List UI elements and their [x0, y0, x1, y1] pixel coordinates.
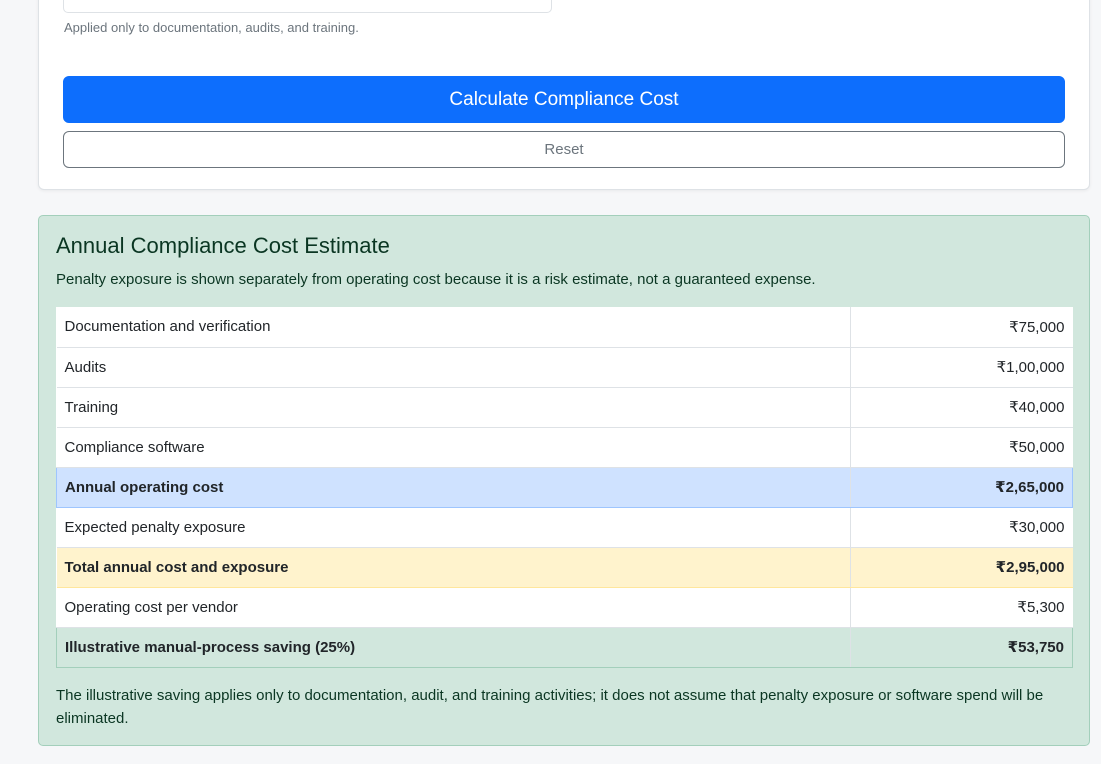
- table-row: Documentation and verification ₹75,000: [56, 307, 1073, 348]
- table-row: Compliance software ₹50,000: [56, 427, 1073, 468]
- table-row: Expected penalty exposure ₹30,000: [56, 507, 1073, 548]
- result-card: Annual Compliance Cost Estimate Penalty …: [38, 215, 1090, 746]
- row-label: Illustrative manual-process saving (25%): [56, 627, 851, 668]
- row-value: ₹1,00,000: [850, 347, 1073, 388]
- row-value: ₹5,300: [850, 587, 1073, 628]
- row-label: Operating cost per vendor: [56, 587, 851, 628]
- row-label: Compliance software: [56, 427, 851, 468]
- reset-button[interactable]: Reset: [63, 131, 1065, 168]
- row-value: ₹50,000: [850, 427, 1073, 468]
- result-footnote: The illustrative saving applies only to …: [56, 687, 1044, 727]
- row-label: Total annual cost and exposure: [56, 547, 851, 588]
- saving-help-text: Applied only to documentation, audits, a…: [64, 20, 359, 35]
- cost-breakdown-table: Documentation and verification ₹75,000 A…: [56, 307, 1073, 668]
- row-value: ₹53,750: [850, 627, 1073, 668]
- operating-cost-row: Annual operating cost ₹2,65,000: [56, 467, 1073, 508]
- result-title: Annual Compliance Cost Estimate: [56, 233, 390, 258]
- calculator-form-card: Applied only to documentation, audits, a…: [38, 0, 1090, 190]
- saving-percentage-input[interactable]: [63, 0, 552, 13]
- row-value: ₹30,000: [850, 507, 1073, 548]
- table-row: Audits ₹1,00,000: [56, 347, 1073, 388]
- saving-row: Illustrative manual-process saving (25%)…: [56, 627, 1073, 668]
- table-row: Operating cost per vendor ₹5,300: [56, 587, 1073, 628]
- row-label: Audits: [56, 347, 851, 388]
- calculate-button[interactable]: Calculate Compliance Cost: [63, 76, 1065, 123]
- total-cost-row: Total annual cost and exposure ₹2,95,000: [56, 547, 1073, 588]
- row-label: Annual operating cost: [56, 467, 851, 508]
- table-row: Training ₹40,000: [56, 387, 1073, 428]
- row-value: ₹75,000: [850, 307, 1073, 348]
- row-label: Expected penalty exposure: [56, 507, 851, 548]
- row-value: ₹2,95,000: [850, 547, 1073, 588]
- row-value: ₹40,000: [850, 387, 1073, 428]
- row-value: ₹2,65,000: [850, 467, 1073, 508]
- row-label: Documentation and verification: [56, 307, 851, 348]
- row-label: Training: [56, 387, 851, 428]
- result-subtitle: Penalty exposure is shown separately fro…: [56, 271, 816, 288]
